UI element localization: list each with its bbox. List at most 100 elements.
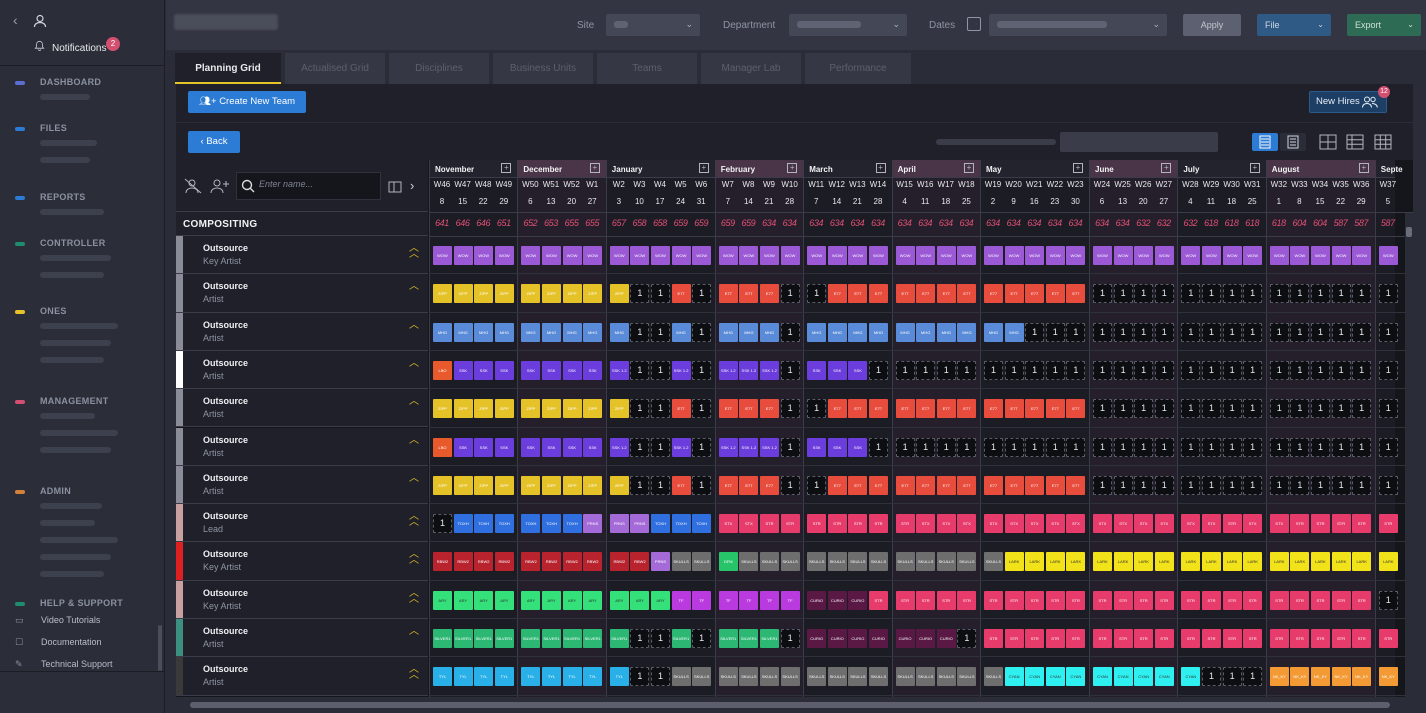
allocation-cell[interactable]: LARK: [1025, 552, 1045, 572]
allocation-cell[interactable]: 1: [630, 475, 650, 495]
allocation-cell[interactable]: E77: [827, 399, 847, 419]
grid-row-label[interactable]: Outsource Artist ︿ ︿: [176, 657, 428, 696]
allocation-cell[interactable]: TYL: [609, 667, 629, 687]
allocation-cell[interactable]: SSK 1.2: [718, 360, 738, 380]
sidebar-item-redacted[interactable]: [40, 520, 95, 526]
allocation-cell[interactable]: ZIPP: [494, 399, 514, 419]
allocation-cell[interactable]: STX: [984, 514, 1003, 534]
allocation-cell[interactable]: CURIO: [827, 629, 847, 648]
allocation-cell[interactable]: WOW: [1378, 246, 1398, 265]
allocation-cell[interactable]: 1: [807, 284, 827, 304]
allocation-cell[interactable]: 1: [1004, 360, 1024, 380]
allocation-cell[interactable]: STR: [1269, 629, 1289, 648]
allocation-cell[interactable]: E77: [671, 475, 691, 495]
allocation-cell[interactable]: WOW: [474, 246, 494, 265]
allocation-cell[interactable]: STX: [1154, 514, 1174, 534]
allocation-cell[interactable]: SSK: [474, 437, 494, 457]
sidebar-item-redacted[interactable]: [40, 94, 90, 100]
allocation-cell[interactable]: TOXH: [494, 514, 514, 534]
allocation-cell[interactable]: ARY: [494, 590, 514, 610]
allocation-cell[interactable]: MHG: [936, 322, 956, 342]
allocation-cell[interactable]: RBW2: [583, 552, 603, 572]
priority-chevron-icon[interactable]: ︿: [409, 320, 419, 330]
allocation-cell[interactable]: SSK 1.2: [739, 437, 759, 457]
allocation-cell[interactable]: SSK 1.2: [739, 360, 759, 380]
allocation-cell[interactable]: WOW: [1310, 246, 1330, 265]
allocation-cell[interactable]: LARK: [1290, 552, 1310, 572]
allocation-cell[interactable]: 1: [1201, 437, 1221, 457]
allocation-cell[interactable]: LARK: [1181, 552, 1201, 572]
allocation-cell[interactable]: E77: [1004, 399, 1024, 419]
allocation-cell[interactable]: STR: [1290, 590, 1310, 610]
tab-performance[interactable]: Performance: [805, 53, 911, 84]
allocation-cell[interactable]: 1: [1378, 590, 1398, 610]
allocation-cell[interactable]: DFM: [718, 552, 738, 572]
allocation-cell[interactable]: E77: [868, 475, 888, 495]
allocation-cell[interactable]: SKULLS: [957, 552, 977, 572]
scroll-thumb[interactable]: [190, 702, 1390, 708]
allocation-cell[interactable]: RBW2: [521, 552, 541, 572]
allocation-cell[interactable]: 1: [1201, 399, 1221, 419]
allocation-cell[interactable]: WOW: [1243, 246, 1263, 265]
allocation-cell[interactable]: STR: [780, 514, 800, 534]
allocation-cell[interactable]: ZIPP: [474, 475, 494, 495]
allocation-cell[interactable]: STX: [1134, 514, 1154, 534]
allocation-cell[interactable]: RBW2: [562, 552, 582, 572]
allocation-cell[interactable]: 1: [1243, 475, 1263, 495]
allocation-cell[interactable]: LARK: [1310, 552, 1330, 572]
file-menu-button[interactable]: File ⌄: [1257, 14, 1331, 36]
allocation-cell[interactable]: 1: [1290, 475, 1310, 495]
allocation-cell[interactable]: 1: [1181, 399, 1201, 419]
assignment-select-redacted[interactable]: [1060, 132, 1218, 152]
allocation-cell[interactable]: 1: [1025, 437, 1045, 457]
allocation-cell[interactable]: 1: [1154, 437, 1174, 457]
allocation-cell[interactable]: CURIO: [827, 590, 847, 610]
allocation-cell[interactable]: WOW: [868, 246, 888, 265]
allocation-cell[interactable]: SSK 1.2: [718, 437, 738, 457]
allocation-cell[interactable]: LARK: [1269, 552, 1289, 572]
allocation-cell[interactable]: E77: [895, 475, 915, 495]
allocation-cell[interactable]: CYAN: [1066, 667, 1086, 687]
allocation-cell[interactable]: SKULLS: [718, 667, 738, 687]
allocation-cell[interactable]: WOW: [453, 246, 473, 265]
allocation-cell[interactable]: STR: [868, 514, 888, 534]
priority-chevron-icon[interactable]: ︿: [409, 358, 419, 368]
allocation-cell[interactable]: SKULLS: [848, 552, 868, 572]
allocation-cell[interactable]: 1: [1222, 437, 1242, 457]
calendar-icon[interactable]: [967, 17, 981, 31]
sidebar-item-redacted[interactable]: [40, 503, 102, 509]
allocation-cell[interactable]: 1: [1201, 284, 1221, 304]
allocation-cell[interactable]: WOW: [718, 246, 738, 265]
tab-manager-lab[interactable]: Manager Lab: [701, 53, 801, 84]
allocation-cell[interactable]: STR: [936, 590, 956, 610]
allocation-cell[interactable]: ZIPP: [453, 284, 473, 304]
allocation-cell[interactable]: 1: [1134, 360, 1154, 380]
allocation-cell[interactable]: SSK: [453, 437, 473, 457]
allocation-cell[interactable]: 1: [1310, 475, 1330, 495]
expand-plus-icon[interactable]: +: [698, 163, 709, 173]
allocation-cell[interactable]: 1: [650, 284, 670, 304]
allocation-cell[interactable]: E77: [916, 284, 936, 304]
allocation-cell[interactable]: ARY: [583, 590, 603, 610]
allocation-cell[interactable]: SSK: [583, 437, 603, 457]
allocation-cell[interactable]: 1: [1352, 284, 1372, 304]
view-planning-icon[interactable]: [1252, 133, 1278, 151]
allocation-cell[interactable]: E77: [984, 399, 1003, 419]
allocation-cell[interactable]: STX: [739, 514, 759, 534]
allocation-cell[interactable]: TOXH: [453, 514, 473, 534]
allocation-cell[interactable]: SSK: [807, 360, 827, 380]
allocation-cell[interactable]: STR: [1066, 590, 1086, 610]
allocation-cell[interactable]: 1: [1378, 360, 1398, 380]
allocation-cell[interactable]: 1: [1113, 322, 1133, 342]
allocation-cell[interactable]: LARK: [1045, 552, 1065, 572]
allocation-cell[interactable]: PRNS: [650, 552, 670, 572]
allocation-cell[interactable]: SILVER1: [433, 629, 452, 648]
allocation-cell[interactable]: E77: [1066, 399, 1086, 419]
department-select[interactable]: ⌄: [789, 14, 907, 36]
allocation-cell[interactable]: SSK 1.2: [671, 360, 691, 380]
allocation-cell[interactable]: STR: [957, 590, 977, 610]
allocation-cell[interactable]: WOW: [671, 246, 691, 265]
sidebar-section-controller[interactable]: CONTROLLER: [15, 238, 106, 248]
allocation-cell[interactable]: SKULLS: [868, 667, 888, 687]
allocation-cell[interactable]: 1: [1269, 360, 1289, 380]
